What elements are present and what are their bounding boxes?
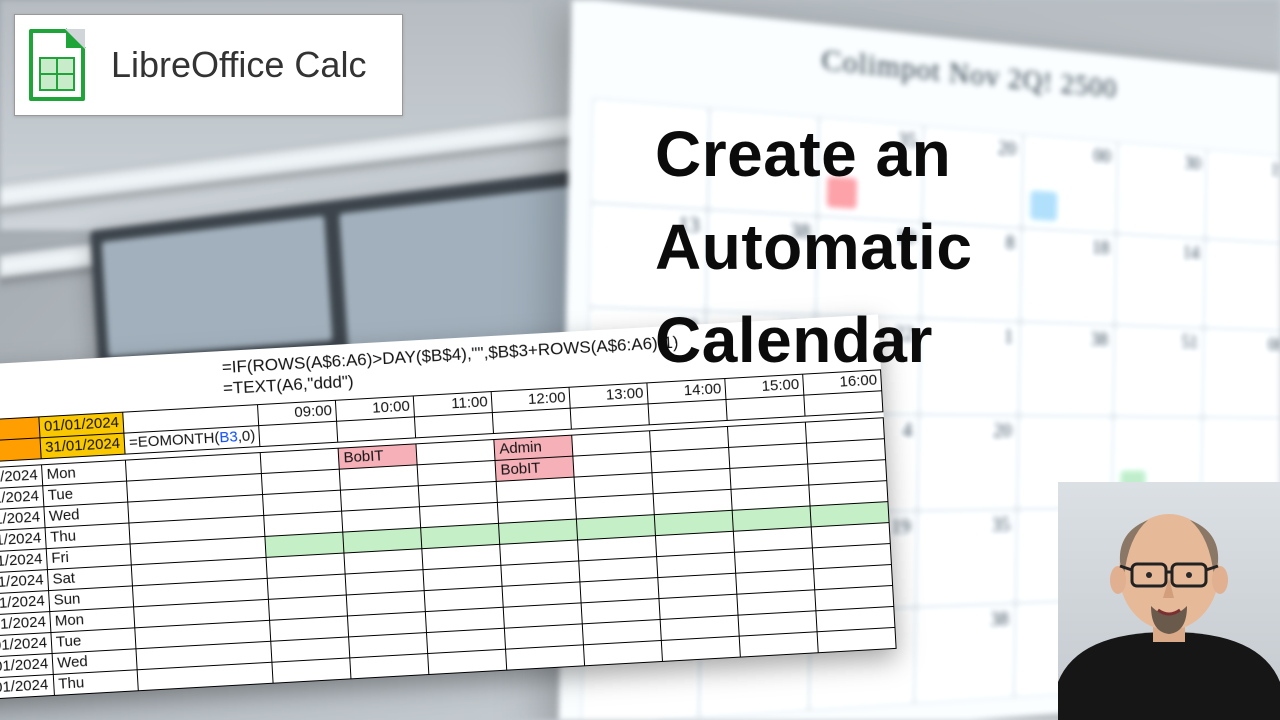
cell[interactable] bbox=[584, 640, 663, 665]
calendar-table: Start01/01/202409:0010:0011:0012:0013:00… bbox=[0, 369, 897, 700]
title-line: Create an bbox=[655, 108, 1135, 201]
cell[interactable] bbox=[428, 649, 507, 674]
libreoffice-calc-icon bbox=[29, 29, 85, 101]
wall-calendar-cell: 08 bbox=[1203, 328, 1280, 418]
cell[interactable] bbox=[662, 636, 741, 661]
date-cell[interactable]: 11/01/2024 bbox=[0, 674, 54, 700]
cell[interactable] bbox=[817, 627, 896, 652]
wall-calendar-cell: 35 bbox=[916, 509, 1017, 607]
cell[interactable] bbox=[272, 657, 351, 682]
cell[interactable] bbox=[506, 644, 585, 669]
libreoffice-badge: LibreOffice Calc bbox=[14, 14, 403, 116]
wall-calendar-cell bbox=[1204, 239, 1280, 331]
wall-calendar-cell: 38 bbox=[914, 603, 1015, 703]
weekday-cell[interactable]: Thu bbox=[53, 669, 138, 695]
libreoffice-app-name: LibreOffice Calc bbox=[111, 44, 366, 86]
title-text: Create an Automatic Calendar bbox=[655, 108, 1135, 386]
cell[interactable] bbox=[350, 653, 429, 678]
title-line: Automatic bbox=[655, 201, 1135, 294]
wall-calendar-cell: 20 bbox=[917, 415, 1018, 511]
cell[interactable] bbox=[740, 631, 819, 656]
title-line: Calendar bbox=[655, 294, 1135, 387]
wall-calendar-cell: 19 bbox=[1205, 150, 1280, 244]
presenter-photo bbox=[1058, 482, 1280, 720]
